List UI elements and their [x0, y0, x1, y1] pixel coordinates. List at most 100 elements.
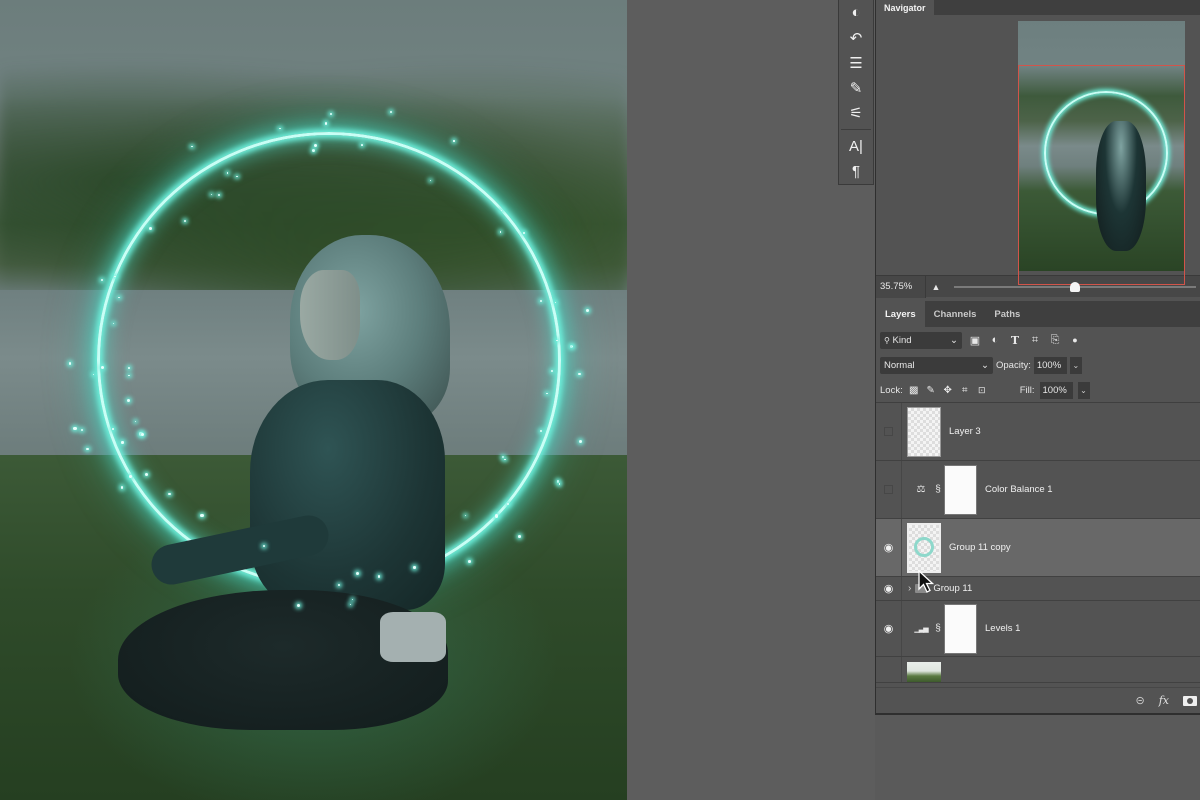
- sparkle: [571, 345, 573, 348]
- sparkle: [453, 140, 455, 142]
- sparkle: [389, 110, 392, 113]
- adjustments-icon[interactable]: ◐: [839, 0, 873, 25]
- visibility-toggle[interactable]: [876, 461, 902, 518]
- expand-chevron-icon[interactable]: ›: [908, 583, 911, 594]
- navigator-view-box[interactable]: [1018, 65, 1185, 285]
- filter-toggle-icon[interactable]: ●: [1068, 335, 1082, 345]
- tab-channels[interactable]: Channels: [925, 301, 986, 327]
- visibility-off-box: [884, 485, 893, 494]
- properties-icon[interactable]: ☰: [839, 50, 873, 75]
- visibility-toggle[interactable]: ◉: [876, 577, 902, 600]
- sparkle: [311, 148, 316, 153]
- layers-footer: ⊝ fx: [876, 687, 1200, 713]
- navigator-panel: [876, 15, 1200, 285]
- link-chain-icon: §: [935, 623, 941, 634]
- fill-dropdown[interactable]: ⌄: [1077, 381, 1090, 399]
- sparkle: [112, 428, 114, 430]
- zoom-out-icon[interactable]: ▲: [926, 282, 946, 292]
- blend-row: Normal ⌄ Opacity: 100% ⌄: [876, 353, 1200, 378]
- layer-name: Color Balance 1: [985, 484, 1053, 495]
- type-filter-icon[interactable]: T: [1008, 334, 1022, 347]
- opacity-label: Opacity:: [996, 360, 1031, 371]
- adjustment-filter-icon[interactable]: ◐: [988, 334, 1002, 346]
- character-icon[interactable]: A|: [839, 134, 873, 159]
- sparkle: [200, 513, 204, 518]
- add-mask-icon[interactable]: [1183, 695, 1197, 706]
- visibility-toggle[interactable]: ◉: [876, 601, 902, 656]
- eye-icon: ◉: [883, 542, 894, 554]
- tab-navigator[interactable]: Navigator: [876, 0, 934, 15]
- blend-mode-select[interactable]: Normal ⌄: [880, 357, 993, 374]
- layer-name: Group 11 copy: [949, 542, 1011, 553]
- visibility-toggle[interactable]: [876, 657, 902, 682]
- tool-presets-icon[interactable]: ⚟: [839, 100, 873, 125]
- opacity-dropdown[interactable]: ⌄: [1069, 357, 1082, 374]
- layer-mask-thumbnail[interactable]: [944, 464, 977, 515]
- layer-thumbnail: [907, 662, 941, 682]
- sparkle: [313, 143, 317, 147]
- blend-mode-value: Normal: [884, 360, 915, 371]
- layer-row-color-balance-1[interactable]: ⚖ § Color Balance 1: [876, 461, 1200, 519]
- sparkle: [518, 535, 521, 538]
- sparkle: [360, 144, 363, 147]
- chevron-down-icon: ⌄: [950, 334, 958, 346]
- layer-name: Layer 3: [949, 426, 981, 437]
- sparkle: [413, 566, 416, 569]
- link-layers-icon[interactable]: ⊝: [1136, 694, 1145, 707]
- layer-row-background-photo[interactable]: [876, 657, 1200, 683]
- pixel-filter-icon[interactable]: ▣: [968, 334, 982, 347]
- layer-row-group-11-copy[interactable]: ◉ Group 11 copy: [876, 519, 1200, 577]
- levels-icon: ▁▃▅: [914, 625, 928, 633]
- fill-field[interactable]: 100%: [1039, 381, 1073, 399]
- brush-settings-icon[interactable]: ✎: [839, 75, 873, 100]
- chevron-down-icon: ⌄: [981, 360, 989, 371]
- sparkle: [494, 514, 498, 518]
- shape-filter-icon[interactable]: ⌗: [1028, 334, 1042, 347]
- filter-kind-select[interactable]: ⚲ Kind ⌄: [880, 331, 962, 349]
- collapsed-panels-strip: ◐ ↶ ☰ ✎ ⚟ A| ¶: [838, 0, 874, 185]
- layer-thumbnail: [907, 406, 941, 457]
- sparkle: [279, 127, 281, 130]
- color-balance-icon: ⚖: [916, 484, 926, 495]
- tab-paths[interactable]: Paths: [985, 301, 1029, 327]
- layer-mask-thumbnail[interactable]: [944, 603, 977, 654]
- eye-icon: ◉: [883, 623, 894, 635]
- history-icon[interactable]: ↶: [839, 25, 873, 50]
- lock-all-icon[interactable]: ⊡: [976, 385, 988, 396]
- navigator-tabbar: Navigator: [876, 0, 1200, 15]
- paragraph-icon[interactable]: ¶: [839, 159, 873, 184]
- link-chain-icon: §: [935, 484, 941, 495]
- zoom-slider[interactable]: [954, 281, 1196, 292]
- ring-thumbnail-glyph: [914, 536, 934, 557]
- filter-kind-label: Kind: [892, 334, 912, 346]
- visibility-off-box: [884, 427, 893, 436]
- lock-label: Lock:: [880, 384, 903, 396]
- opacity-field[interactable]: 100%: [1033, 357, 1067, 374]
- zoom-level-field[interactable]: 35.75%: [876, 275, 926, 298]
- sparkle: [504, 458, 506, 461]
- fx-icon[interactable]: fx: [1159, 694, 1169, 707]
- sparkle: [121, 441, 124, 444]
- eye-icon: ◉: [883, 583, 894, 595]
- smart-object-filter-icon[interactable]: ⎘: [1048, 334, 1062, 347]
- visibility-toggle[interactable]: [876, 403, 902, 460]
- document-canvas[interactable]: [0, 0, 627, 800]
- lock-pixels-icon[interactable]: ✎: [925, 385, 937, 396]
- sparkle: [468, 559, 471, 563]
- tab-layers[interactable]: Layers: [876, 301, 925, 327]
- sparkle: [217, 193, 220, 196]
- layer-thumbnail: [907, 522, 941, 573]
- layers-tabbar: Layers Channels Paths: [876, 301, 1200, 327]
- visibility-toggle[interactable]: ◉: [876, 519, 902, 576]
- search-icon: ⚲: [884, 335, 890, 345]
- lock-transparent-icon[interactable]: ▩: [908, 385, 920, 396]
- zoom-slider-knob[interactable]: [1070, 281, 1080, 292]
- sparkle: [168, 492, 171, 496]
- lock-artboard-icon[interactable]: ⌗: [959, 385, 971, 396]
- layer-row-layer-3[interactable]: Layer 3: [876, 403, 1200, 461]
- layer-name: Levels 1: [985, 623, 1021, 634]
- layer-row-levels-1[interactable]: ◉ ▁▃▅ § Levels 1: [876, 601, 1200, 657]
- panel-dock: Navigator 35.75% ▲ Layers Channels Paths…: [875, 0, 1200, 715]
- figure-torso: [250, 380, 445, 610]
- lock-position-icon[interactable]: ✥: [942, 385, 954, 396]
